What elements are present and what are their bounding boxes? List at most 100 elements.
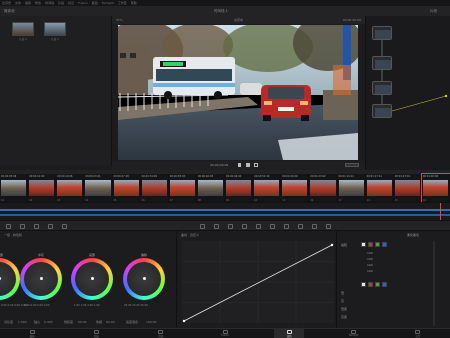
clips-toggle[interactable]: 片段 xyxy=(430,9,437,14)
media-thumb-2[interactable] xyxy=(44,22,66,36)
wheel-gamma-puck[interactable] xyxy=(40,277,43,280)
page-tab-label: 剪辑 xyxy=(158,335,164,338)
video-track[interactable] xyxy=(0,209,450,211)
loop-icon[interactable] xyxy=(254,163,258,167)
viewer-image[interactable] xyxy=(118,25,358,160)
timeline-clip[interactable]: 00:01:14:14 13 xyxy=(338,174,366,202)
pivot-value[interactable]: 0.435 xyxy=(44,320,53,324)
page-tab[interactable]: Fusion xyxy=(210,329,240,338)
curves-graph[interactable] xyxy=(182,241,334,323)
timeline-clip[interactable]: 00:00:51:10 10 xyxy=(253,174,282,202)
clip-thumbnail xyxy=(282,180,308,196)
color-wheels-icon[interactable] xyxy=(34,224,39,229)
page-navigation: 媒体 快编 剪辑 Fusion 调色 Fairlight 交付 xyxy=(0,328,450,338)
clip-timecode: 00:01:40:06 xyxy=(422,175,439,178)
softclip-red-toggle[interactable] xyxy=(368,282,373,287)
timeline-clip[interactable]: 00:00:46:04 09 xyxy=(225,174,254,202)
timeline-clip[interactable]: 00:00:23:21 04 xyxy=(84,174,113,202)
curves-icon[interactable] xyxy=(200,224,205,229)
viewer-zoom[interactable]: 37% xyxy=(116,18,123,22)
magic-mask-icon[interactable] xyxy=(270,224,275,229)
timeline-clip[interactable]: 00:01:17:11 14 xyxy=(366,174,394,202)
lum-mix-value[interactable]: 100.00 xyxy=(146,320,157,324)
color-wheels-panel: 一级 - 校色轮 暗部 中灰 亮部 偏移 0.00 0.00 0.00 0.00… xyxy=(0,231,176,328)
motion-effects-icon[interactable] xyxy=(62,224,67,229)
timeline-clip[interactable]: 00:00:40:03 08 xyxy=(197,174,225,202)
curves-title: 曲线 - 自定义 xyxy=(181,233,199,237)
channel-value-g[interactable]: 100 xyxy=(367,263,373,267)
window-icon[interactable] xyxy=(242,224,247,229)
wheel-lift-label: 暗部 xyxy=(0,253,3,257)
rgb-mixer-icon[interactable] xyxy=(48,224,53,229)
channel-value-r[interactable]: 100 xyxy=(367,257,373,261)
page-tab[interactable]: 交付 xyxy=(403,329,433,338)
curve-grid xyxy=(182,241,334,323)
timeline-clip[interactable]: 00:01:00:09 11 xyxy=(281,174,310,202)
clip-thumbnail xyxy=(29,180,55,196)
wheel-offset-label: 偏移 xyxy=(140,253,147,257)
media-pool-label[interactable]: 媒体池 xyxy=(4,9,15,14)
blur-icon[interactable] xyxy=(284,224,289,229)
color-warper-icon[interactable] xyxy=(214,224,219,229)
blue-channel-toggle[interactable] xyxy=(382,242,387,247)
clip-timecode: 00:00:46:04 xyxy=(226,175,242,178)
hue-value[interactable]: 50.00 xyxy=(106,320,115,324)
luma-channel-toggle[interactable] xyxy=(361,242,366,247)
page-tab-label: 媒体 xyxy=(29,335,35,338)
playhead[interactable] xyxy=(440,203,441,221)
timeline-title[interactable]: 时间线 1 xyxy=(214,9,228,14)
viewer-options-button[interactable] xyxy=(345,163,359,167)
contrast-value[interactable]: 1.000 xyxy=(18,320,27,324)
timeline-clip[interactable]: 00:00:19:06 03 xyxy=(56,174,85,202)
key-icon[interactable] xyxy=(298,224,303,229)
sizing-icon[interactable] xyxy=(312,224,317,229)
color-match-icon[interactable] xyxy=(20,224,25,229)
page-tab[interactable]: Fairlight xyxy=(339,329,369,338)
soft-clip-title: 柔化裁切 xyxy=(407,233,420,237)
page-tab[interactable]: 快编 xyxy=(81,329,111,338)
page-tab[interactable]: 媒体 xyxy=(17,329,47,338)
timeline-clip[interactable]: 00:00:05:06 01 xyxy=(0,174,29,202)
clip-thumbnail xyxy=(310,180,336,196)
timeline-clip[interactable]: 00:01:03:02 12 xyxy=(309,174,338,202)
clip-thumbnail xyxy=(141,180,167,196)
page-tab[interactable]: 剪辑 xyxy=(146,329,176,338)
stop-icon[interactable] xyxy=(246,163,250,167)
node-editor[interactable] xyxy=(365,16,450,170)
pivot-label: 轴心 xyxy=(34,320,41,324)
timeline-clip[interactable]: 00:01:23:19 15 xyxy=(394,174,422,202)
channel-value-y[interactable]: 100 xyxy=(367,251,373,255)
page-tab-label: Fusion xyxy=(221,334,229,337)
timeline-clip[interactable]: 00:00:34:09 06 xyxy=(141,174,169,202)
3d-icon[interactable] xyxy=(326,224,331,229)
tracker-icon[interactable] xyxy=(256,224,261,229)
red-channel-toggle[interactable] xyxy=(368,242,373,247)
media-thumb-1[interactable] xyxy=(12,22,34,36)
audio-track[interactable] xyxy=(0,214,450,216)
timeline-clip[interactable]: 00:00:27:18 05 xyxy=(113,174,141,202)
softclip-luma-toggle[interactable] xyxy=(361,282,366,287)
clip-thumbnail xyxy=(422,180,448,196)
wheel-gain-puck[interactable] xyxy=(91,277,94,280)
clip-thumbnail xyxy=(197,180,223,196)
saturation-value[interactable]: 50.00 xyxy=(78,320,87,324)
timeline-clip[interactable]: 00:00:12:00 02 xyxy=(28,174,57,202)
timeline-clip[interactable]: 00:00:38:03 07 xyxy=(169,174,197,202)
clip-timecode: 00:01:00:09 xyxy=(282,175,298,178)
wheel-offset-puck[interactable] xyxy=(143,277,146,280)
timeline-clip[interactable]: 00:01:40:06 16 xyxy=(420,173,450,203)
camera-raw-icon[interactable] xyxy=(6,224,11,229)
qualifier-icon[interactable] xyxy=(228,224,233,229)
mini-timeline[interactable] xyxy=(0,202,450,221)
play-icon[interactable] xyxy=(238,163,242,167)
softclip-blue-toggle[interactable] xyxy=(382,282,387,287)
green-channel-toggle[interactable] xyxy=(375,242,380,247)
wheel-lift[interactable] xyxy=(0,258,20,300)
softclip-green-toggle[interactable] xyxy=(375,282,380,287)
page-tab[interactable]: 调色 xyxy=(274,329,305,338)
media-thumb-2-label: 片段 2 xyxy=(51,38,59,41)
channel-value-b[interactable]: 100 xyxy=(367,269,373,273)
controls-scrollbar[interactable] xyxy=(433,241,435,326)
clip-timecode: 00:00:34:09 xyxy=(141,175,157,178)
street-scene-image xyxy=(118,25,358,160)
